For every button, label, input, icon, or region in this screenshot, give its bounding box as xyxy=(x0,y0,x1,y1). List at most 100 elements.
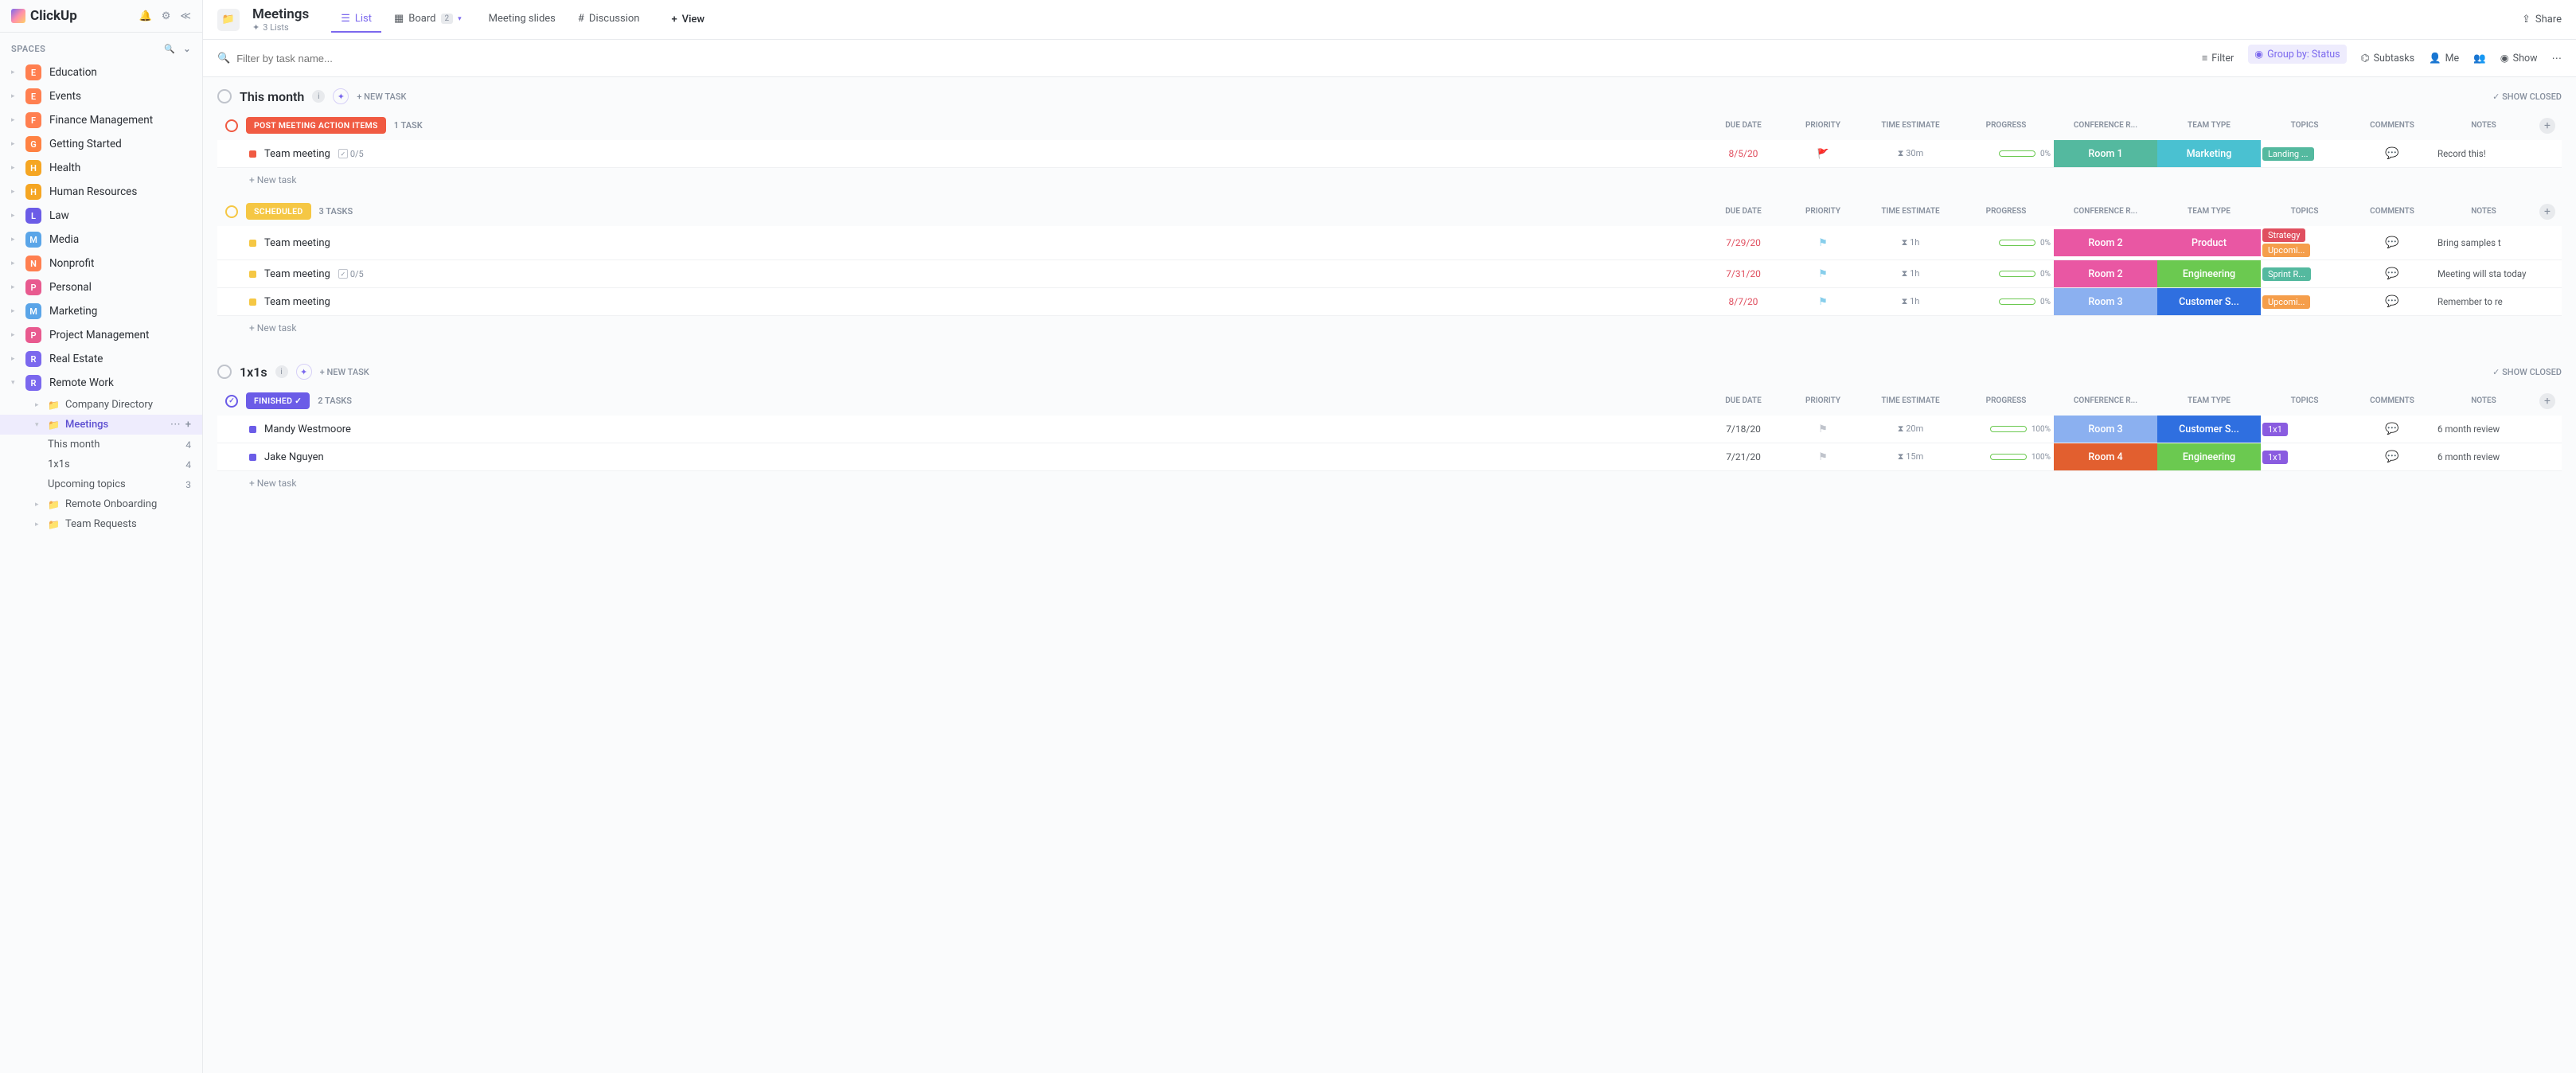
column-header[interactable]: PROGRESS xyxy=(1958,393,2054,408)
space-item[interactable]: ▸RReal Estate xyxy=(0,347,202,371)
comments-icon[interactable]: 💬 xyxy=(2348,449,2436,465)
space-item[interactable]: ▸PProject Management xyxy=(0,323,202,347)
column-header[interactable]: PRIORITY xyxy=(1783,118,1863,133)
conference-room[interactable]: Room 2 xyxy=(2054,260,2157,287)
new-task-row[interactable]: + New task xyxy=(217,471,2562,495)
column-header[interactable]: TOPICS xyxy=(2261,118,2348,133)
conference-room[interactable]: Room 1 xyxy=(2054,140,2157,167)
space-item[interactable]: ▸GGetting Started xyxy=(0,132,202,156)
progress[interactable]: 100% xyxy=(1958,451,2054,463)
filter-button[interactable]: ≡Filter xyxy=(2202,53,2234,64)
column-header[interactable]: TIME ESTIMATE xyxy=(1863,393,1958,408)
time-estimate[interactable]: ⧗ 1h xyxy=(1863,267,1958,281)
folder-item[interactable]: ▾📁Meetings⋯+ xyxy=(0,415,202,435)
notes[interactable]: Record this! xyxy=(2436,146,2531,161)
add-column-button[interactable]: + xyxy=(2539,118,2555,134)
team-type[interactable]: Marketing xyxy=(2157,140,2261,167)
priority-flag[interactable]: 🚩 xyxy=(1783,146,1863,161)
space-item[interactable]: ▸HHuman Resources xyxy=(0,180,202,204)
status-square-icon[interactable] xyxy=(249,240,256,247)
column-header[interactable]: CONFERENCE R... xyxy=(2054,118,2157,133)
time-estimate[interactable]: ⧗ 30m xyxy=(1863,146,1958,161)
list-item[interactable]: This month4 xyxy=(0,435,202,455)
sparkle-icon[interactable]: ✦ xyxy=(333,88,349,104)
column-header[interactable]: COMMENTS xyxy=(2348,118,2436,133)
priority-flag[interactable]: ⚑ xyxy=(1783,450,1863,465)
status-pill[interactable]: FINISHED ✓ xyxy=(246,392,310,409)
status-square-icon[interactable] xyxy=(249,150,256,158)
column-header[interactable]: TEAM TYPE xyxy=(2157,204,2261,219)
due-date[interactable]: 8/5/20 xyxy=(1704,146,1783,161)
notes[interactable]: Remember to re xyxy=(2436,295,2531,309)
status-pill[interactable]: POST MEETING ACTION ITEMS xyxy=(246,117,386,134)
space-item[interactable]: ▾RRemote Work xyxy=(0,371,202,395)
column-header[interactable]: CONFERENCE R... xyxy=(2054,393,2157,408)
status-circle-icon[interactable] xyxy=(225,119,238,132)
notes[interactable]: Bring samples t xyxy=(2436,236,2531,250)
space-item[interactable]: ▸MMarketing xyxy=(0,299,202,323)
team-type[interactable]: Customer S... xyxy=(2157,416,2261,443)
folder-icon[interactable]: 📁 xyxy=(217,9,240,31)
new-task-row[interactable]: + New task xyxy=(217,168,2562,192)
comments-icon[interactable]: 💬 xyxy=(2348,294,2436,310)
task-row[interactable]: Team meeting ✓0/5 8/5/20 🚩 ⧗ 30m 0% Room… xyxy=(217,140,2562,168)
topics[interactable]: 1x1 xyxy=(2261,420,2348,439)
due-date[interactable]: 7/18/20 xyxy=(1704,422,1783,436)
add-column-button[interactable]: + xyxy=(2539,204,2555,220)
more-icon[interactable]: ⋯ xyxy=(170,419,181,431)
subtasks-button[interactable]: ⌬Subtasks xyxy=(2361,52,2414,64)
list-item[interactable]: Upcoming topics3 xyxy=(0,474,202,494)
add-column-button[interactable]: + xyxy=(2539,393,2555,409)
space-item[interactable]: ▸EEducation xyxy=(0,60,202,84)
status-square-icon[interactable] xyxy=(249,426,256,433)
space-item[interactable]: ▸NNonprofit xyxy=(0,252,202,275)
column-header[interactable]: DUE DATE xyxy=(1704,393,1783,408)
task-row[interactable]: Mandy Westmoore 7/18/20 ⚑ ⧗ 20m 100% Roo… xyxy=(217,416,2562,443)
collapse-sidebar-icon[interactable]: ≪ xyxy=(180,10,191,22)
show-closed-button[interactable]: ✓ SHOW CLOSED xyxy=(2492,367,2562,377)
group-by-button[interactable]: ◉Group by: Status xyxy=(2248,45,2346,64)
conference-room[interactable]: Room 3 xyxy=(2054,288,2157,315)
show-button[interactable]: ◉Show xyxy=(2500,52,2538,64)
comments-icon[interactable]: 💬 xyxy=(2348,421,2436,437)
topics[interactable]: 1x1 xyxy=(2261,448,2348,466)
column-header[interactable]: NOTES xyxy=(2436,118,2531,133)
conference-room[interactable]: Room 3 xyxy=(2054,416,2157,443)
more-button[interactable]: ⋯ xyxy=(2552,52,2562,64)
due-date[interactable]: 8/7/20 xyxy=(1704,295,1783,309)
status-square-icon[interactable] xyxy=(249,298,256,306)
column-header[interactable]: PRIORITY xyxy=(1783,393,1863,408)
progress[interactable]: 100% xyxy=(1958,423,2054,435)
progress[interactable]: 0% xyxy=(1958,148,2054,160)
column-header[interactable]: PROGRESS xyxy=(1958,204,2054,219)
add-icon[interactable]: + xyxy=(185,419,191,431)
sparkle-icon[interactable]: ✦ xyxy=(296,364,312,380)
conference-room[interactable]: Room 2 xyxy=(2054,229,2157,256)
column-header[interactable]: PRIORITY xyxy=(1783,204,1863,219)
column-header[interactable]: TIME ESTIMATE xyxy=(1863,118,1958,133)
share-button[interactable]: ⇪ Share xyxy=(2522,14,2562,25)
due-date[interactable]: 7/29/20 xyxy=(1704,236,1783,250)
status-circle-icon[interactable] xyxy=(225,205,238,218)
column-header[interactable]: TEAM TYPE xyxy=(2157,393,2261,408)
column-header[interactable]: TEAM TYPE xyxy=(2157,118,2261,133)
show-closed-button[interactable]: ✓ SHOW CLOSED xyxy=(2492,92,2562,102)
space-item[interactable]: ▸FFinance Management xyxy=(0,108,202,132)
priority-flag[interactable]: ⚑ xyxy=(1783,267,1863,282)
new-task-button[interactable]: + NEW TASK xyxy=(357,92,406,102)
assignees-button[interactable]: 👥 xyxy=(2473,53,2486,64)
info-icon[interactable]: i xyxy=(312,90,325,103)
topics[interactable]: Sprint R... xyxy=(2261,265,2348,283)
column-header[interactable]: TOPICS xyxy=(2261,204,2348,219)
space-item[interactable]: ▸EEvents xyxy=(0,84,202,108)
space-item[interactable]: ▸PPersonal xyxy=(0,275,202,299)
team-type[interactable]: Product xyxy=(2157,229,2261,256)
column-header[interactable]: TOPICS xyxy=(2261,393,2348,408)
folder-item[interactable]: ▸📁Team Requests xyxy=(0,514,202,534)
column-header[interactable]: NOTES xyxy=(2436,393,2531,408)
tab-meeting-slides[interactable]: Meeting slides xyxy=(474,6,565,33)
new-task-row[interactable]: + New task xyxy=(217,316,2562,340)
status-circle-icon[interactable] xyxy=(217,365,232,379)
column-header[interactable]: DUE DATE xyxy=(1704,204,1783,219)
progress[interactable]: 0% xyxy=(1958,237,2054,249)
